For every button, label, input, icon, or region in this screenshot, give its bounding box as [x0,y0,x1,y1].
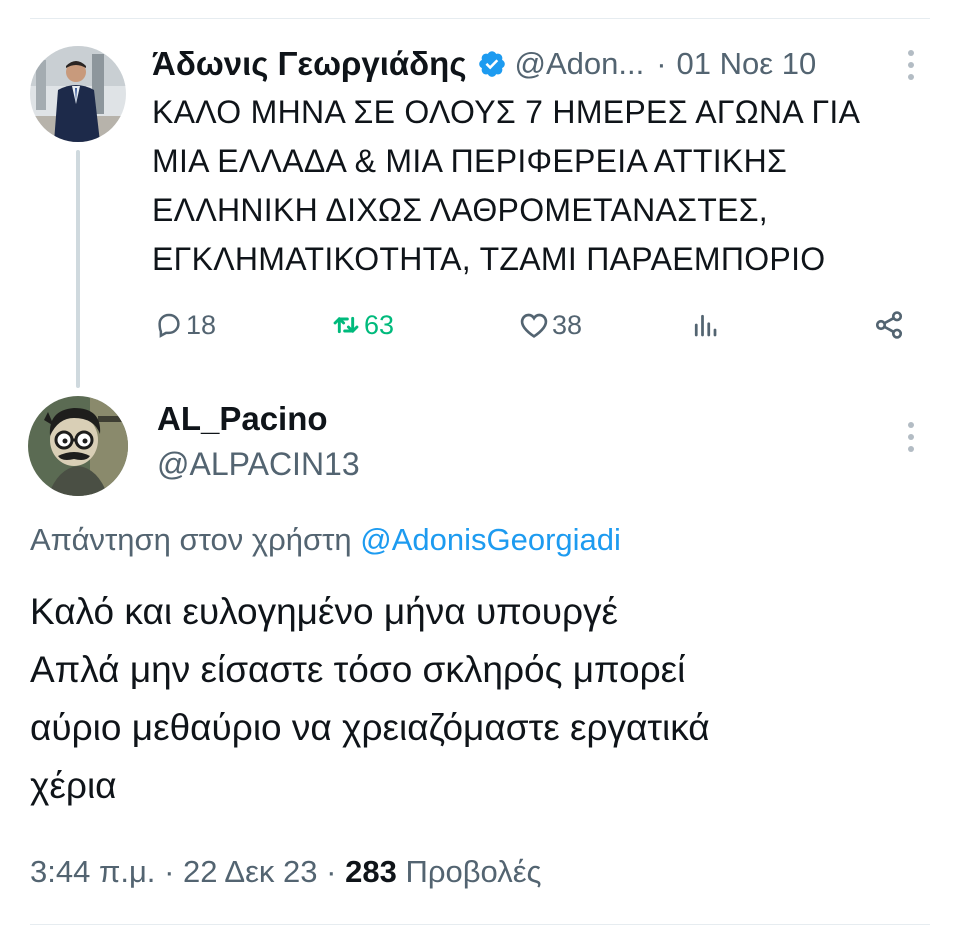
reply-post-line: Απλά μην είσαστε τόσο σκληρός μπορεί [30,649,686,690]
views-button[interactable] [690,300,720,350]
reply-bubble-icon [154,310,184,340]
reply-post-time[interactable]: 3:44 π.μ. [30,854,155,889]
views-label: Προβολές [405,854,542,889]
reply-button[interactable]: 18 [154,300,216,350]
heart-icon [518,309,550,341]
retweet-button[interactable]: 63 [330,300,394,350]
header-separator: · [656,46,667,81]
retweet-count: 63 [364,309,395,340]
reply-to-mention-link[interactable]: @AdonisGeorgiadi [360,522,621,557]
reply-post-meta: 3:44 π.μ. · 22 Δεκ 23 · 283 Προβολές [30,854,541,890]
original-post-text: ΚΑΛΟ ΜΗΝΑ ΣΕ ΟΛΟΥΣ 7 ΗΜΕΡΕΣ ΑΓΩΝΑ ΓΙΑ ΜΙ… [152,88,912,284]
original-post-more-icon[interactable] [907,50,915,80]
views-count: 283 [345,854,397,889]
reply-post-line: αύριο μεθαύριο να χρειαζόμαστε εργατικά [30,707,710,748]
reply-post-line: χέρια [30,765,117,806]
reply-post-more-icon[interactable] [907,422,915,452]
like-button[interactable]: 38 [518,300,582,350]
original-author-avatar[interactable] [30,46,126,142]
avatar-cartoon-man-with-glasses [28,396,128,496]
action-bar: 18 63 38 [152,300,920,350]
reply-to-line: Απάντηση στον χρήστη @AdonisGeorgiadi [30,522,621,558]
like-count: 38 [552,309,583,340]
views-bar-chart-icon [690,310,720,340]
thread-line [76,150,80,388]
reply-post-text: Καλό και ευλογημένο μήνα υπουργέ Απλά μη… [30,583,930,815]
verified-badge-icon [477,49,507,79]
bottom-divider [30,924,930,925]
top-divider [30,18,930,19]
original-author-handle[interactable]: @Adon... [515,46,645,82]
avatar-photo-man-in-suit [30,46,126,142]
original-post-header: Άδωνις Γεωργιάδης @Adon... · 01 Νοε 10 [152,42,816,86]
reply-post-line: Καλό και ευλογημένο μήνα υπουργέ [30,591,619,632]
reply-count: 18 [186,309,217,340]
share-icon [873,309,905,341]
meta-separator: · [164,854,175,889]
retweet-icon [330,309,362,341]
reply-author-handle[interactable]: @ALPACIN13 [157,446,360,483]
meta-separator: · [326,854,337,889]
reply-author-avatar[interactable] [28,396,128,496]
reply-to-label: Απάντηση στον χρήστη [30,522,352,557]
original-author-name[interactable]: Άδωνις Γεωργιάδης [152,45,467,83]
original-post-date[interactable]: 01 Νοε 10 [677,46,817,82]
original-post-line: ΕΛΛΗΝΙΚΗ ΔΙΧΩΣ ΛΑΘΡΟΜΕΤΑΝΑΣΤΕΣ, [152,192,769,228]
reply-author-name[interactable]: AL_Pacino [157,400,328,438]
original-post-line: ΚΑΛΟ ΜΗΝΑ ΣΕ ΟΛΟΥΣ 7 ΗΜΕΡΕΣ ΑΓΩΝΑ ΓΙΑ [152,94,861,130]
original-post-line: ΜΙΑ ΕΛΛΑΔΑ & ΜΙΑ ΠΕΡΙΦΕΡΕΙΑ ΑΤΤΙΚΗΣ [152,143,788,179]
reply-post-date[interactable]: 22 Δεκ 23 [183,854,318,889]
share-button[interactable] [873,300,905,350]
original-post-line: ΕΓΚΛΗΜΑΤΙΚΟΤΗΤΑ, ΤΖΑΜΙ ΠΑΡΑΕΜΠΟΡΙΟ [152,241,826,277]
